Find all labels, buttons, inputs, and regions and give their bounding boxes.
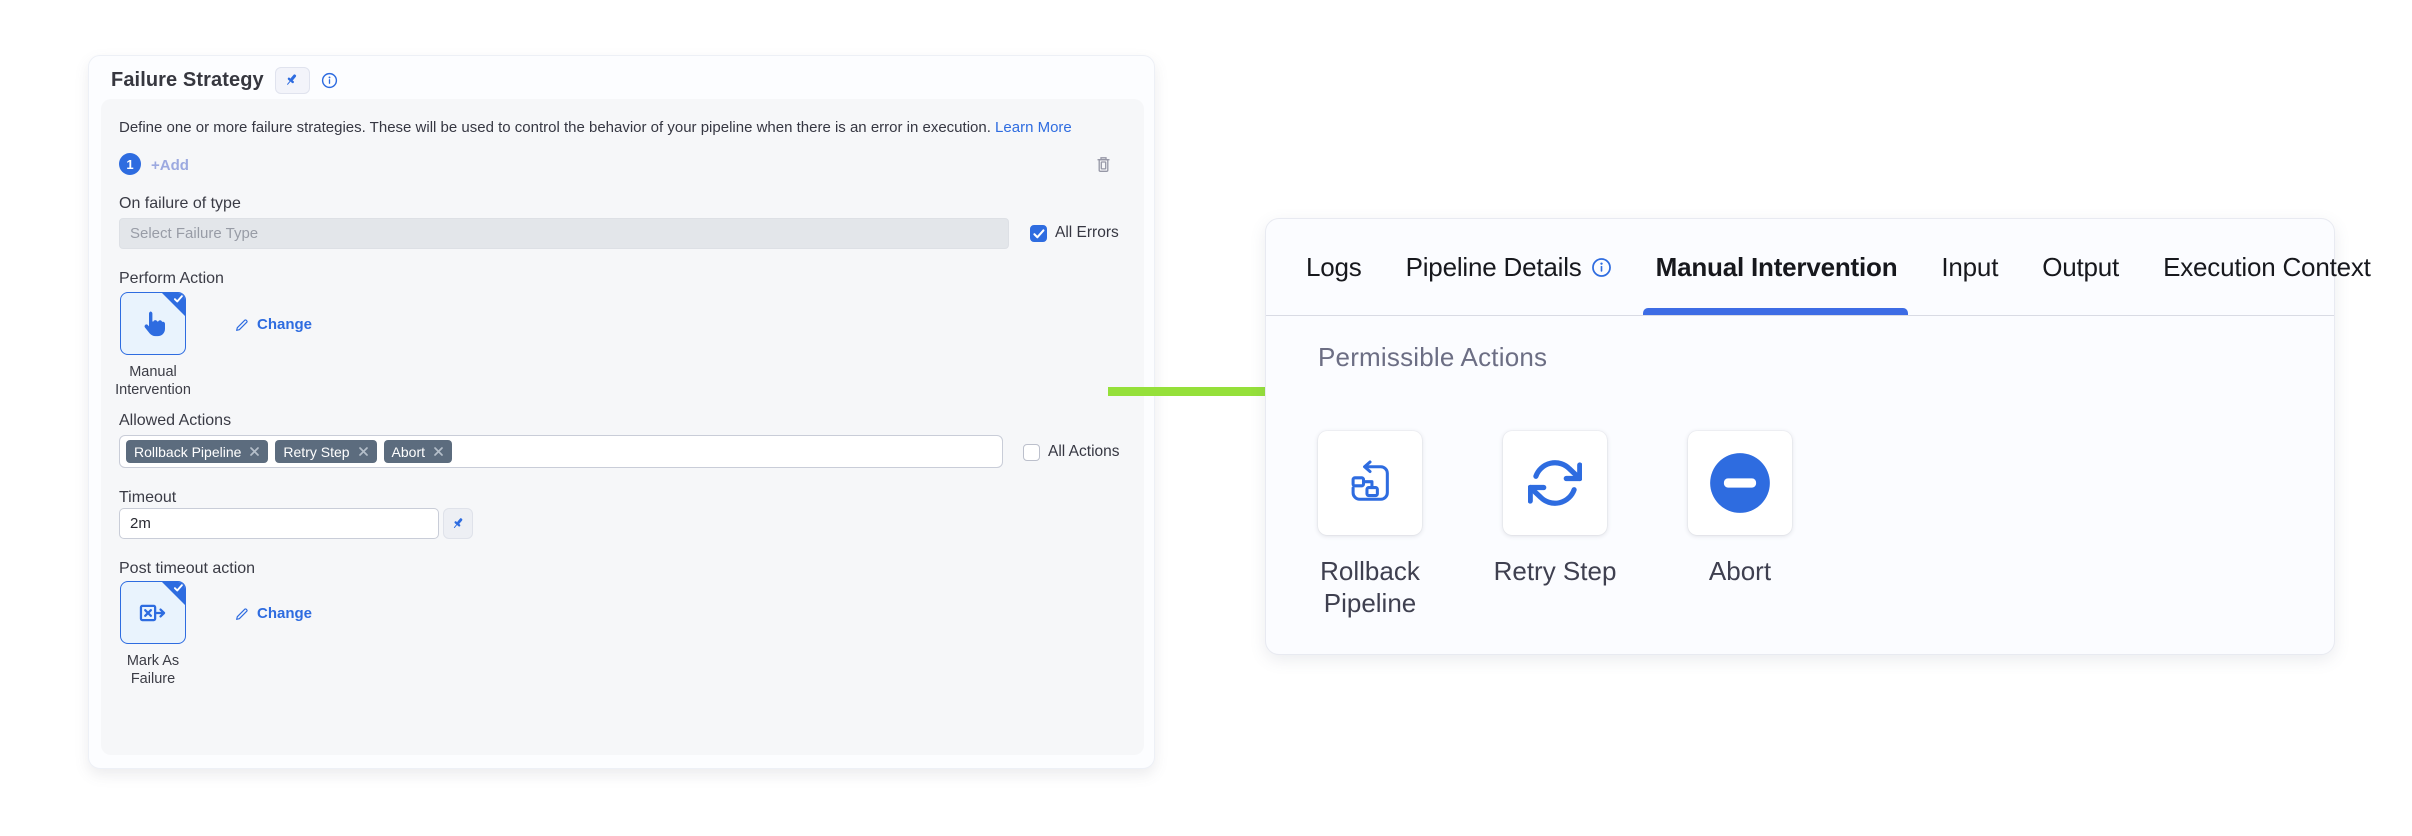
tab-manual-intervention[interactable]: Manual Intervention [1656,219,1898,315]
check-icon [173,294,184,304]
permissible-action-abort: Abort [1688,431,1792,619]
execution-details-panel: Logs Pipeline Details Manual Interventio… [1265,218,2335,655]
all-errors-checkbox[interactable] [1030,225,1047,242]
all-actions-checkbox[interactable] [1023,444,1040,461]
abort-button[interactable] [1688,431,1792,535]
check-icon [1032,228,1046,240]
panel-description: Define one or more failure strategies. T… [119,119,1072,136]
failure-type-select[interactable] [119,218,1009,249]
tab-logs[interactable]: Logs [1306,219,1362,315]
remove-tag-icon[interactable] [433,446,444,457]
change-post-timeout-link[interactable]: Change [234,605,312,622]
permissible-action-rollback: Rollback Pipeline [1318,431,1422,619]
trash-icon[interactable] [1095,155,1112,174]
abort-label: Abort [1652,555,1828,587]
remove-tag-icon[interactable] [249,446,260,457]
manual-intervention-content: Permissible Actions Rollback Pipeline [1266,316,2334,619]
permissible-action-retry: Retry Step [1503,431,1607,619]
pencil-icon [234,317,250,333]
perform-action-name: Manual Intervention [103,363,203,399]
on-failure-label: On failure of type [119,195,241,213]
tab-pipeline-details[interactable]: Pipeline Details [1406,219,1612,315]
all-actions-label: All Actions [1048,443,1120,461]
learn-more-link[interactable]: Learn More [995,119,1072,136]
tag-retry-step[interactable]: Retry Step [275,440,376,463]
failure-strategy-form: Define one or more failure strategies. T… [101,99,1144,755]
post-timeout-action-name: Mark As Failure [103,652,203,688]
pin-icon [451,516,466,531]
timeout-pin-button[interactable] [443,508,473,539]
tag-abort[interactable]: Abort [384,440,452,463]
change-perform-action-link[interactable]: Change [234,316,312,333]
remove-tag-icon[interactable] [358,446,369,457]
abort-icon [1709,452,1771,514]
allowed-actions-label: Allowed Actions [119,412,231,430]
retry-step-label: Retry Step [1467,555,1643,587]
info-icon[interactable] [321,72,338,89]
allowed-actions-input[interactable]: Rollback Pipeline Retry Step Abort [119,435,1003,468]
tab-output[interactable]: Output [2042,219,2119,315]
pin-icon [284,72,300,88]
panel-title: Failure Strategy [111,69,264,92]
timeout-label: Timeout [119,489,176,507]
add-strategy-button[interactable]: +Add [151,157,189,174]
perform-action-card[interactable] [120,292,186,355]
rollback-pipeline-icon [1344,457,1396,509]
tag-rollback-pipeline[interactable]: Rollback Pipeline [126,440,268,463]
post-timeout-label: Post timeout action [119,560,255,578]
mark-as-failure-icon [136,596,170,630]
post-timeout-action-card[interactable] [120,581,186,644]
info-icon [1591,257,1612,278]
tab-input[interactable]: Input [1941,219,1998,315]
all-errors-label: All Errors [1055,224,1119,242]
tab-execution-context[interactable]: Execution Context [2163,219,2371,315]
perform-action-label: Perform Action [119,270,224,288]
manual-intervention-hand-icon [137,308,169,340]
pin-button[interactable] [275,67,310,94]
rollback-pipeline-label: Rollback Pipeline [1282,555,1458,619]
timeout-field-group [119,508,473,539]
tab-bar: Logs Pipeline Details Manual Interventio… [1266,219,2334,316]
rollback-pipeline-button[interactable] [1318,431,1422,535]
pencil-icon [234,606,250,622]
check-icon [173,583,184,593]
strategy-step-1[interactable]: 1 [119,153,141,175]
permissible-actions-title: Permissible Actions [1318,342,2334,373]
retry-step-button[interactable] [1503,431,1607,535]
retry-step-icon [1528,456,1582,510]
failure-strategy-panel: Failure Strategy Define one or more fail… [88,55,1155,769]
permissible-actions-row: Rollback Pipeline Retry Step [1318,431,2334,619]
timeout-input[interactable] [119,508,439,539]
